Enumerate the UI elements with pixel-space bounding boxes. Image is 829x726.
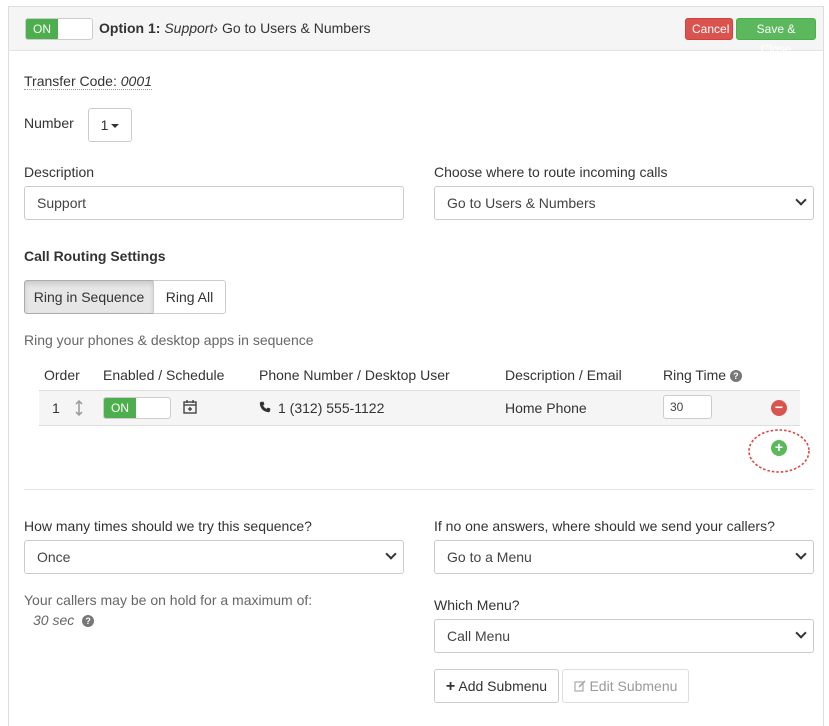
chevron-down-icon xyxy=(795,627,807,639)
no-answer-select-value: Go to a Menu xyxy=(447,549,532,565)
add-submenu-button[interactable]: + Add Submenu xyxy=(434,669,559,703)
transfer-code-label: Transfer Code: xyxy=(24,73,117,89)
column-description: Description / Email xyxy=(505,367,622,383)
description-input[interactable]: Support xyxy=(24,186,404,220)
route-select-value: Go to Users & Numbers xyxy=(447,195,596,211)
menu-select-value: Call Menu xyxy=(447,628,511,644)
row-order: 1 xyxy=(52,400,60,416)
column-phone: Phone Number / Desktop User xyxy=(259,367,450,383)
no-answer-label: If no one answers, where should we send … xyxy=(434,518,775,534)
chevron-down-icon xyxy=(795,548,807,560)
add-submenu-label: Add Submenu xyxy=(458,678,548,694)
panel-header: ON Option 1: Support› Go to Users & Numb… xyxy=(9,7,823,56)
row-description: Home Phone xyxy=(505,400,587,416)
save-close-button[interactable]: Save & Close xyxy=(736,18,816,56)
tries-select-value: Once xyxy=(37,549,71,565)
column-order: Order xyxy=(44,367,80,383)
menu-select[interactable]: Call Menu xyxy=(434,619,814,653)
description-label: Description xyxy=(24,164,95,180)
drag-handle-icon[interactable] xyxy=(74,399,84,417)
row-enabled-toggle[interactable]: ON xyxy=(103,397,171,419)
plus-icon: + xyxy=(445,678,456,695)
no-answer-select[interactable]: Go to a Menu xyxy=(434,540,814,574)
hold-value-group: 30 sec ? xyxy=(33,612,95,628)
cancel-button[interactable]: Cancel xyxy=(685,18,733,40)
panel-title: Option 1: Support› Go to Users & Numbers xyxy=(99,20,371,36)
hold-value: 30 sec xyxy=(33,612,75,628)
hold-label: Your callers may be on hold for a maximu… xyxy=(24,592,313,608)
remove-row-icon[interactable]: − xyxy=(771,400,787,416)
ring-in-sequence-tab[interactable]: Ring in Sequence xyxy=(24,280,154,314)
tries-select[interactable]: Once xyxy=(24,540,404,574)
call-routing-heading: Call Routing Settings xyxy=(24,248,166,264)
option-editor-panel: ON Option 1: Support› Go to Users & Numb… xyxy=(8,6,824,726)
ring-hint: Ring your phones & desktop apps in seque… xyxy=(24,332,314,348)
chevron-right-icon: › xyxy=(213,20,219,36)
chevron-down-icon xyxy=(385,548,397,560)
edit-icon xyxy=(573,680,586,692)
number-dropdown[interactable]: 1 xyxy=(88,108,132,142)
number-value: 1 xyxy=(100,117,109,133)
row-toggle-on-label: ON xyxy=(104,398,136,418)
route-select[interactable]: Go to Users & Numbers xyxy=(434,186,814,220)
number-label: Number xyxy=(24,115,74,131)
ring-time-input[interactable]: 30 xyxy=(663,395,712,419)
schedule-calendar-icon[interactable] xyxy=(183,399,197,414)
edit-submenu-label: Edit Submenu xyxy=(589,678,678,694)
option-name: Support xyxy=(164,20,214,36)
tries-label: How many times should we try this sequen… xyxy=(24,518,312,534)
phone-icon xyxy=(259,401,271,413)
option-prefix: Option 1: xyxy=(99,20,161,36)
transfer-code-value: 0001 xyxy=(120,73,152,89)
caret-down-icon xyxy=(111,124,120,129)
row-phone-number: 1 (312) 555-1122 xyxy=(278,400,385,416)
ring-all-tab[interactable]: Ring All xyxy=(153,280,226,314)
toggle-on-label: ON xyxy=(26,19,58,39)
route-target-title: Go to Users & Numbers xyxy=(221,20,371,36)
add-row-icon[interactable]: + xyxy=(771,440,787,456)
transfer-code: Transfer Code: 0001 xyxy=(24,73,152,90)
edit-submenu-button[interactable]: Edit Submenu xyxy=(562,669,689,703)
help-icon[interactable]: ? xyxy=(729,370,742,382)
help-icon[interactable]: ? xyxy=(82,615,95,627)
column-enabled: Enabled / Schedule xyxy=(103,367,225,383)
column-ring-time: Ring Time ? xyxy=(663,367,742,383)
menu-label: Which Menu? xyxy=(434,597,520,613)
route-label: Choose where to route incoming calls xyxy=(434,164,668,180)
section-divider xyxy=(24,489,814,490)
option-enabled-toggle[interactable]: ON xyxy=(25,18,93,40)
ring-time-label: Ring Time xyxy=(663,367,727,383)
chevron-down-icon xyxy=(795,194,807,206)
